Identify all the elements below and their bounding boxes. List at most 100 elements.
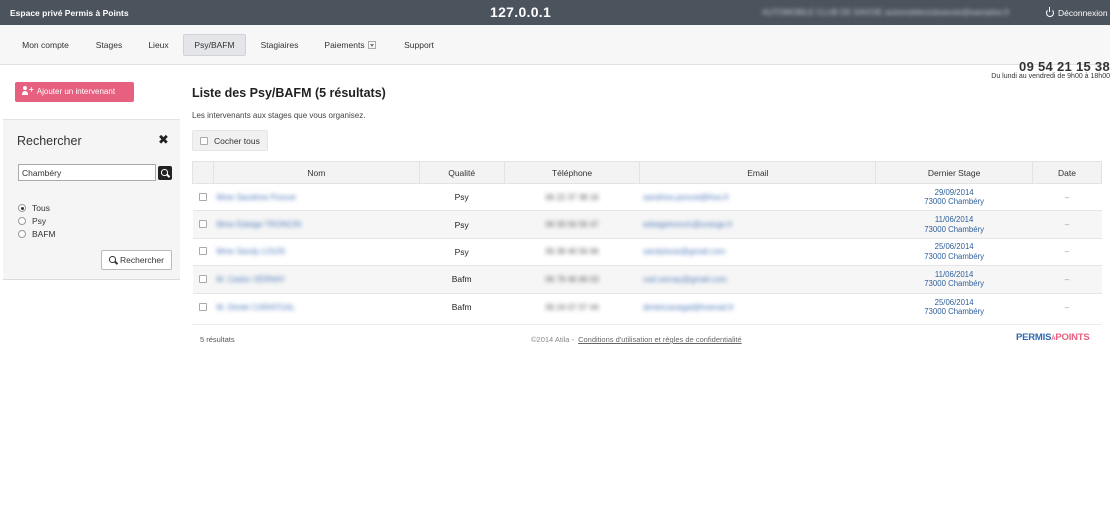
email-link[interactable]: ced.vernay@gmail.com (643, 275, 727, 284)
email-link[interactable]: sandylouis@gmail.com (643, 247, 725, 256)
table-row: Mme Sandy LOUIS Psy 06 38 46 56 66 sandy… (192, 237, 1102, 266)
qualite-value: Bafm (451, 302, 472, 312)
host-address: 127.0.0.1 (490, 4, 552, 20)
radio-psy[interactable]: Psy (18, 216, 46, 226)
phone-value: 06 22 37 38 16 (545, 192, 599, 202)
email-link[interactable]: edwigetroncin@orange.fr (643, 220, 733, 229)
stage-date[interactable]: 25/06/2014 (876, 298, 1033, 308)
footer-divider (192, 324, 1102, 325)
col-dernier-stage[interactable]: Dernier Stage (875, 161, 1034, 184)
row-checkbox[interactable] (198, 302, 207, 311)
logout-link[interactable]: Déconnexion (1046, 7, 1108, 18)
search-panel-title: Rechercher (17, 134, 82, 148)
email-link[interactable]: dimitricaratgal@hotmail.fr (643, 303, 734, 312)
nav-paiements[interactable]: Paiements (318, 34, 382, 56)
radio-bafm-label: BAFM (32, 229, 56, 239)
results-table: Nom Qualité Téléphone Email Dernier Stag… (192, 161, 1102, 321)
brand-title: Espace privé Permis à Points (10, 8, 129, 18)
logout-label: Déconnexion (1058, 8, 1108, 18)
nav-stagiaires[interactable]: Stagiaires (253, 34, 306, 56)
col-date[interactable]: Date (1032, 161, 1102, 184)
support-hours: Du lundi au vendredi de 9h00 à 18h00 (991, 73, 1110, 80)
check-all-button[interactable]: Cocher tous (192, 130, 268, 151)
radio-button (18, 230, 26, 238)
date-value: – (1064, 192, 1070, 202)
phone-value: 06 38 46 56 66 (545, 247, 599, 257)
stage-place[interactable]: 73000 Chambéry (876, 252, 1033, 262)
search-input[interactable] (18, 164, 156, 181)
intervenant-name-link[interactable]: Mme Sandy LOUIS (216, 247, 285, 256)
support-phone: 09 54 21 15 38 (1019, 59, 1110, 74)
nav-psy-bafm[interactable]: Psy/BAFM (183, 34, 246, 56)
search-icon (109, 256, 117, 264)
phone-value: 06 59 56 56 47 (545, 220, 599, 230)
row-checkbox[interactable] (198, 274, 207, 283)
date-value: – (1064, 274, 1070, 284)
phone-value: 06 79 46 66 03 (545, 274, 599, 284)
col-email[interactable]: Email (639, 161, 877, 184)
radio-button (18, 217, 26, 225)
radio-bafm[interactable]: BAFM (18, 229, 56, 239)
radio-button (18, 204, 26, 212)
power-icon (1046, 7, 1054, 17)
main-nav: Mon compte Stages Lieux Psy/BAFM Stagiai… (0, 25, 1110, 80)
stage-date[interactable]: 29/09/2014 (876, 188, 1033, 198)
terms-link[interactable]: Conditions d'utilisation et règles de co… (578, 335, 742, 344)
date-value: – (1064, 302, 1070, 312)
footer-copyright: ©2014 Atila - Conditions d'utilisation et… (531, 335, 742, 344)
intervenant-name-link[interactable]: M. Dimitri CARATGAL (216, 303, 295, 312)
search-submit-button[interactable] (158, 166, 172, 180)
search-icon (161, 169, 169, 177)
stage-place[interactable]: 73000 Chambéry (876, 197, 1033, 207)
stage-place[interactable]: 73000 Chambéry (876, 307, 1033, 317)
intervenant-name-link[interactable]: Mme Edwige TRONCIN (216, 220, 301, 229)
row-checkbox[interactable] (198, 192, 207, 201)
rechercher-label: Rechercher (120, 255, 164, 265)
page-title: Liste des Psy/BAFM (5 résultats) (192, 86, 386, 100)
col-nom[interactable]: Nom (212, 161, 420, 184)
row-checkbox[interactable] (198, 247, 207, 256)
stage-place[interactable]: 73000 Chambéry (876, 279, 1033, 289)
add-intervenant-label: Ajouter un intervenant (36, 87, 116, 96)
row-checkbox[interactable] (198, 220, 207, 229)
radio-psy-label: Psy (32, 216, 47, 226)
dropdown-caret-icon (367, 41, 376, 49)
search-panel: Rechercher ✖ Tous Psy BAFM Rechercher (3, 119, 180, 280)
intervenant-name-link[interactable]: M. Cedric VERNAY (216, 275, 285, 284)
date-value: – (1064, 247, 1070, 257)
radio-tous[interactable]: Tous (18, 203, 50, 213)
col-telephone[interactable]: Téléphone (503, 161, 641, 184)
nav-lieux[interactable]: Lieux (141, 34, 176, 56)
qualite-value: Psy (454, 246, 469, 257)
radio-tous-label: Tous (32, 203, 50, 213)
table-row: M. Cedric VERNAY Bafm 06 79 46 66 03 ced… (192, 265, 1102, 294)
top-bar: Espace privé Permis à Points 127.0.0.1 A… (0, 0, 1110, 25)
stage-date[interactable]: 11/06/2014 (876, 270, 1033, 280)
table-row: Mme Edwige TRONCIN Psy 06 59 56 56 47 ed… (192, 210, 1102, 239)
table-header-row: Nom Qualité Téléphone Email Dernier Stag… (192, 161, 1102, 184)
qualite-value: Psy (454, 192, 469, 203)
qualite-value: Psy (454, 219, 469, 230)
add-user-icon: + (22, 86, 34, 95)
col-qualite[interactable]: Qualité (418, 161, 505, 184)
intervenant-name-link[interactable]: Mme Sandrine Poncet (216, 193, 295, 202)
email-link[interactable]: sandrine.poncet@free.fr (643, 193, 729, 202)
nav-mon-compte[interactable]: Mon compte (14, 34, 77, 56)
rechercher-button[interactable]: Rechercher (101, 250, 172, 270)
add-intervenant-button[interactable]: + Ajouter un intervenant (15, 82, 134, 102)
page-subtitle: Les intervenants aux stages que vous org… (192, 111, 366, 120)
table-row: Mme Sandrine Poncet Psy 06 22 37 38 16 s… (192, 182, 1102, 211)
nav-support[interactable]: Support (396, 34, 442, 56)
table-row: M. Dimitri CARATGAL Bafm 06 24 07 07 44 … (192, 292, 1102, 321)
footer-result-count: 5 résultats (200, 335, 235, 344)
checkbox (200, 137, 208, 145)
close-icon[interactable]: ✖ (158, 132, 169, 148)
stage-date[interactable]: 11/06/2014 (876, 215, 1033, 225)
account-info: AUTOMOBILE CLUB DE SAVOIE automobileclub… (762, 8, 1010, 17)
stage-place[interactable]: 73000 Chambéry (876, 225, 1033, 235)
check-all-label: Cocher tous (214, 136, 260, 146)
stage-date[interactable]: 25/06/2014 (876, 242, 1033, 252)
phone-value: 06 24 07 07 44 (545, 302, 599, 312)
nav-stages[interactable]: Stages (88, 34, 130, 56)
date-value: – (1064, 220, 1070, 230)
